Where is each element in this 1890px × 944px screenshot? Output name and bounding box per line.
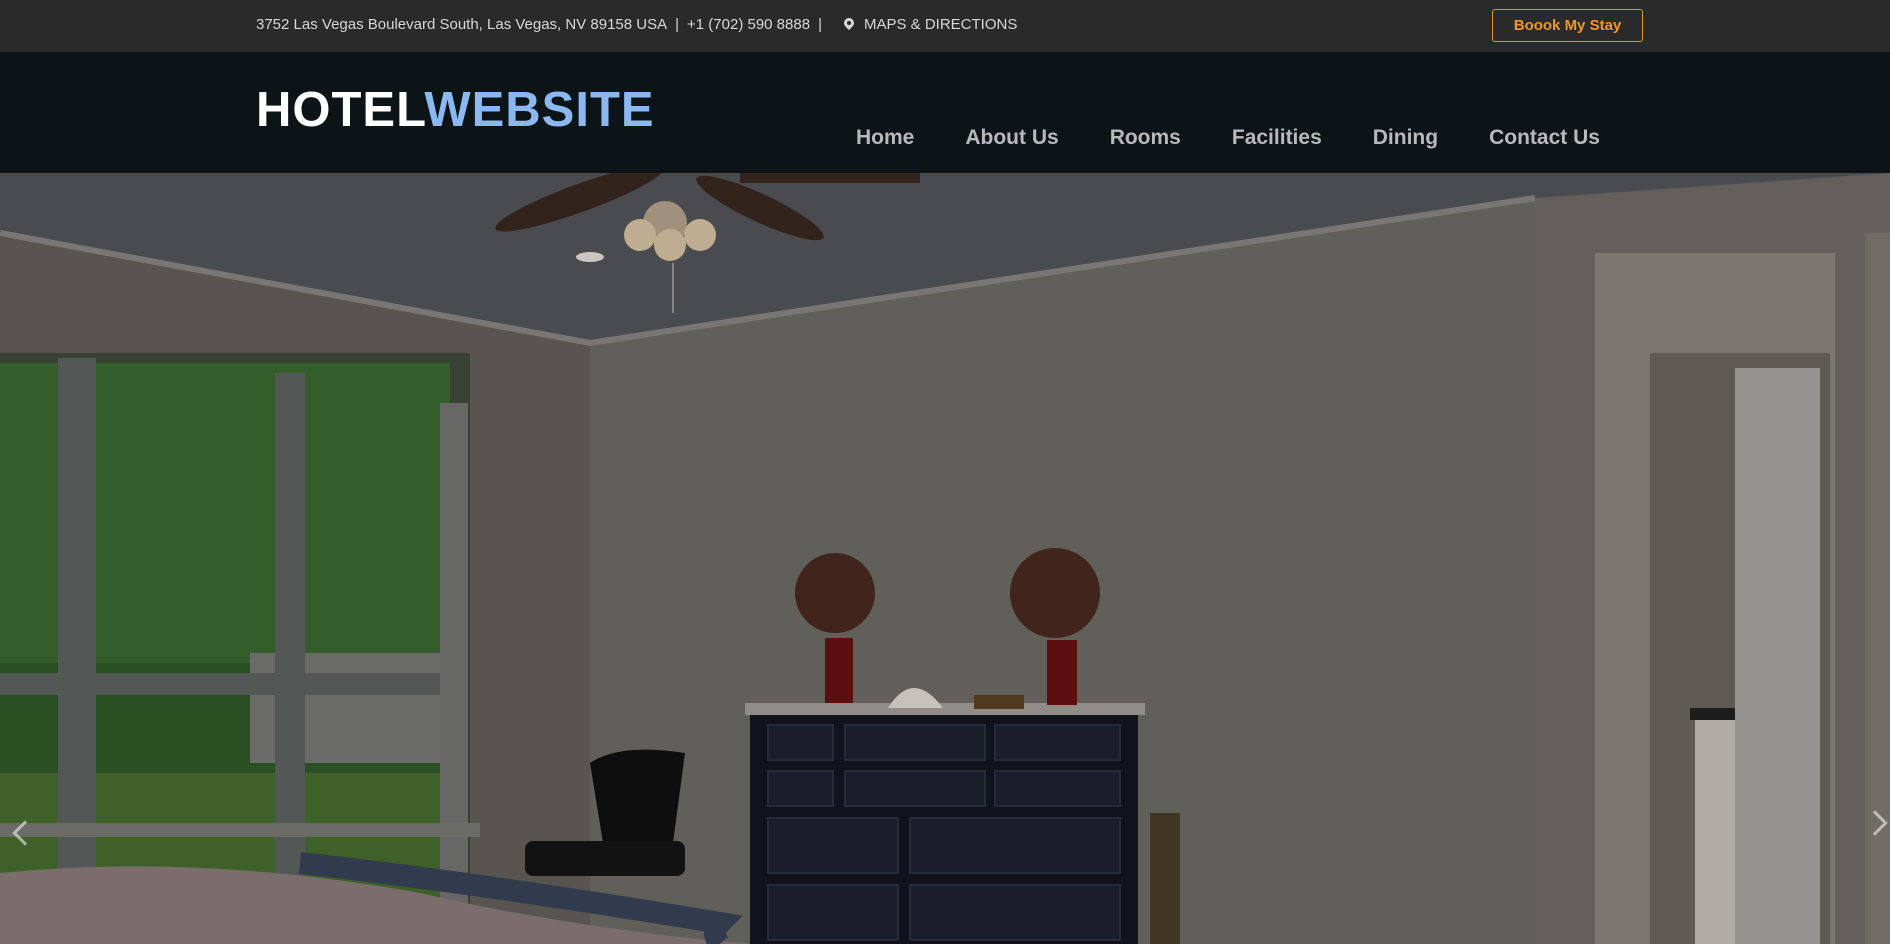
- hero-slider: [0, 173, 1890, 944]
- separator: |: [818, 16, 822, 33]
- top-info-bar: 3752 Las Vegas Boulevard South, Las Vega…: [0, 0, 1890, 52]
- nav-contact-us[interactable]: Contact Us: [1489, 126, 1600, 150]
- separator: |: [675, 16, 680, 33]
- nav-facilities[interactable]: Facilities: [1232, 126, 1322, 150]
- contact-info: 3752 Las Vegas Boulevard South, Las Vega…: [256, 16, 1017, 33]
- maps-directions-link[interactable]: MAPS & DIRECTIONS: [864, 16, 1017, 33]
- phone-text[interactable]: +1 (702) 590 8888: [687, 16, 810, 33]
- site-header: HOTELWEBSITE Home About Us Rooms Facilit…: [0, 52, 1890, 173]
- address-text: 3752 Las Vegas Boulevard South, Las Vega…: [256, 16, 668, 33]
- book-my-stay-button[interactable]: Boook My Stay: [1492, 9, 1643, 42]
- site-logo[interactable]: HOTELWEBSITE: [256, 82, 655, 138]
- nav-dining[interactable]: Dining: [1373, 126, 1438, 150]
- hero-bedroom-image: [0, 173, 1890, 944]
- nav-rooms[interactable]: Rooms: [1110, 126, 1181, 150]
- map-pin-icon: [844, 18, 854, 32]
- logo-part-website: WEBSITE: [424, 83, 655, 137]
- nav-home[interactable]: Home: [856, 126, 914, 150]
- nav-about-us[interactable]: About Us: [965, 126, 1058, 150]
- logo-part-hotel: HOTEL: [256, 83, 425, 137]
- main-nav: Home About Us Rooms Facilities Dining Co…: [856, 126, 1600, 150]
